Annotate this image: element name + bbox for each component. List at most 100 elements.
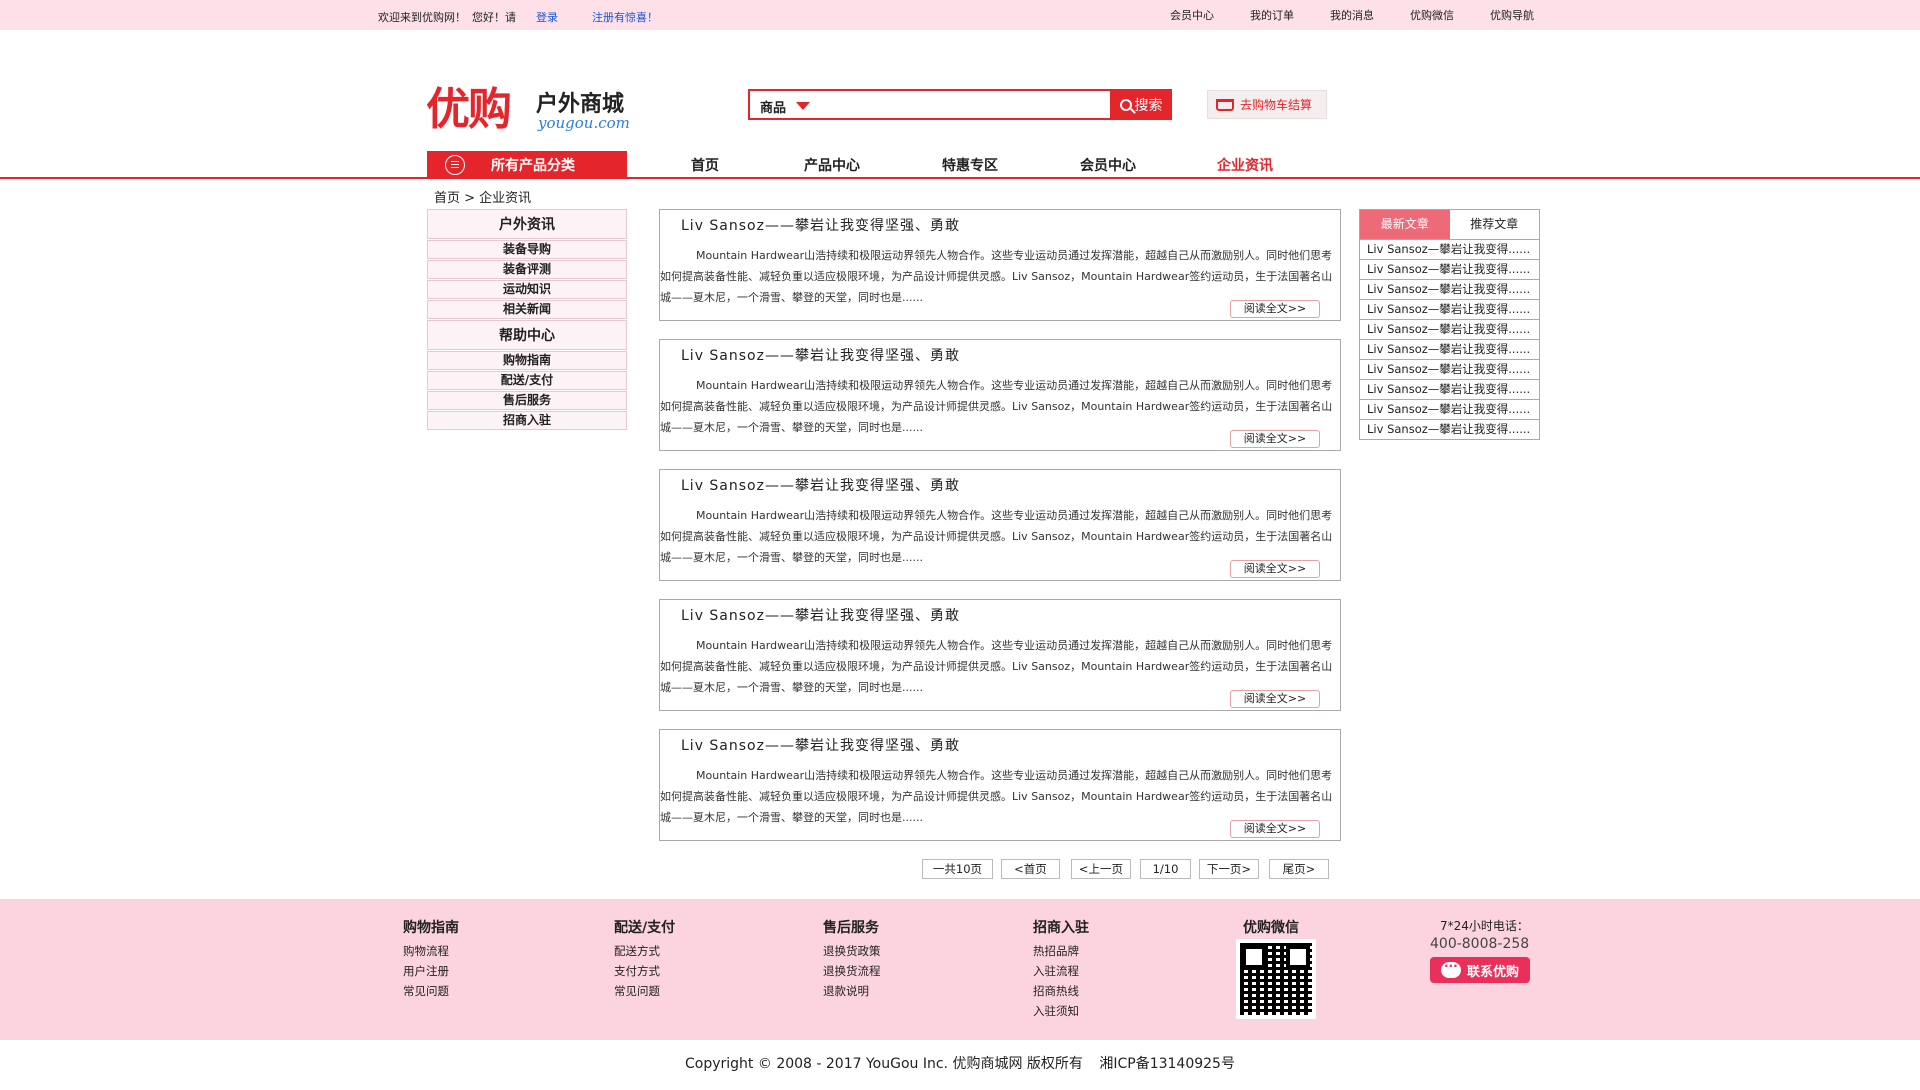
menu-icon [445,154,465,175]
list-item[interactable]: Liv Sansoz—攀岩让我变得...... [1360,279,1539,299]
sidebar-item-merchants[interactable]: 招商入驻 [427,411,627,430]
footer-link[interactable]: 购物流程 [403,941,459,961]
footer-link[interactable]: 用户注册 [403,961,459,981]
list-item[interactable]: Liv Sansoz—攀岩让我变得...... [1360,299,1539,319]
wechat-link[interactable]: 优购微信 [1410,7,1454,23]
footer-link[interactable]: 退款说明 [823,981,881,1001]
page-total: 一共10页 [922,859,993,879]
read-more-button[interactable]: 阅读全文>> [1230,300,1320,318]
nav-item-deals[interactable]: 特惠专区 [942,155,998,175]
logo-mark: 优购 [426,84,512,135]
cart-checkout-button[interactable]: 去购物车结算 [1207,90,1327,119]
login-link[interactable]: 登录 [536,9,558,25]
list-item[interactable]: Liv Sansoz—攀岩让我变得...... [1360,239,1539,259]
footer-link[interactable]: 热招品牌 [1033,941,1089,961]
article-title[interactable]: Liv Sansoz——攀岩让我变得坚强、勇敢 [681,215,960,235]
footer-link[interactable]: 配送方式 [614,941,675,961]
top-bar-welcome: 欢迎来到优购网！ 您好！请 登录 注册有惊喜！ [378,9,658,25]
footer-link[interactable]: 常见问题 [614,981,675,1001]
nav-item-products[interactable]: 产品中心 [804,155,860,175]
copyright: Copyright © 2008 - 2017 YouGou Inc. 优购商城… [0,1053,1920,1073]
article-list-panel: 最新文章 推荐文章 Liv Sansoz—攀岩让我变得...... Liv Sa… [1359,209,1540,440]
hello-text: 您好！请 [472,11,516,24]
nav-divider [0,177,1920,179]
my-orders-link[interactable]: 我的订单 [1250,7,1294,23]
article-title[interactable]: Liv Sansoz——攀岩让我变得坚强、勇敢 [681,605,960,625]
site-nav-link[interactable]: 优购导航 [1490,7,1534,23]
page-prev-button[interactable]: <上一页 [1071,859,1131,879]
list-item[interactable]: Liv Sansoz—攀岩让我变得...... [1360,359,1539,379]
list-item[interactable]: Liv Sansoz—攀岩让我变得...... [1360,339,1539,359]
page-first-button[interactable]: <首页 [1001,859,1060,879]
sidebar-item-after-sales[interactable]: 售后服务 [427,391,627,410]
search-button[interactable]: 搜索 [1110,89,1172,120]
footer-heading: 优购微信 [1243,920,1299,936]
nav-item-home[interactable]: 首页 [691,155,719,175]
contact-us-button[interactable]: 联系优购 [1430,957,1530,983]
search-button-label: 搜索 [1134,97,1163,114]
sidebar-item-sport-knowledge[interactable]: 运动知识 [427,280,627,299]
article-summary: Mountain Hardwear山浩持续和极限运动界领先人物合作。这些专业运动… [660,509,1333,564]
read-more-button[interactable]: 阅读全文>> [1230,560,1320,578]
footer-heading: 配送/支付 [614,920,676,936]
sidebar-item-shopping-guide[interactable]: 购物指南 [427,351,627,370]
footer-link[interactable]: 支付方式 [614,961,675,981]
list-item[interactable]: Liv Sansoz—攀岩让我变得...... [1360,399,1539,419]
article-summary: Mountain Hardwear山浩持续和极限运动界领先人物合作。这些专业运动… [660,769,1333,824]
list-item[interactable]: Liv Sansoz—攀岩让我变得...... [1360,319,1539,339]
tab-recommended[interactable]: 推荐文章 [1450,210,1540,239]
breadcrumb: 首页 > 企业资讯 [434,191,532,206]
list-item[interactable]: Liv Sansoz—攀岩让我变得...... [1360,419,1539,439]
article-summary: Mountain Hardwear山浩持续和极限运动界领先人物合作。这些专业运动… [660,639,1333,694]
my-messages-link[interactable]: 我的消息 [1330,7,1374,23]
nav-item-member[interactable]: 会员中心 [1080,155,1136,175]
footer-link[interactable]: 招商热线 [1033,981,1089,1001]
article-card: Liv Sansoz——攀岩让我变得坚强、勇敢 Mountain Hardwea… [659,339,1341,451]
article-card: Liv Sansoz——攀岩让我变得坚强、勇敢 Mountain Hardwea… [659,599,1341,711]
site-logo[interactable]: 优购 户外商城 yougou.com [426,84,636,136]
copyright-text: Copyright © 2008 - 2017 YouGou Inc. 优购商城… [685,1056,1083,1072]
phone-number: 400-8008-258 [1430,936,1530,952]
list-item[interactable]: Liv Sansoz—攀岩让我变得...... [1360,259,1539,279]
caret-down-icon[interactable] [796,102,810,110]
list-item[interactable]: Liv Sansoz—攀岩让我变得...... [1360,379,1539,399]
sidebar-item-gear-review[interactable]: 装备评测 [427,260,627,279]
icp-number[interactable]: 湘ICP备13140925号 [1099,1056,1235,1072]
page-next-button[interactable]: 下一页> [1199,859,1259,879]
register-link[interactable]: 注册有惊喜！ [592,9,658,25]
article-summary: Mountain Hardwear山浩持续和极限运动界领先人物合作。这些专业运动… [660,379,1333,434]
article-title[interactable]: Liv Sansoz——攀岩让我变得坚强、勇敢 [681,735,960,755]
footer-col-merchants: 招商入驻 热招品牌 入驻流程 招商热线 入驻须知 [1033,917,1089,1021]
footer-link[interactable]: 入驻流程 [1033,961,1089,981]
article-title[interactable]: Liv Sansoz——攀岩让我变得坚强、勇敢 [681,475,960,495]
footer-heading: 售后服务 [823,920,879,936]
sidebar-heading-outdoor[interactable]: 户外资讯 [427,209,627,239]
tab-latest[interactable]: 最新文章 [1360,210,1450,239]
footer-link[interactable]: 常见问题 [403,981,459,1001]
footer-link[interactable]: 退换货流程 [823,961,881,981]
page-current: 1/10 [1140,859,1191,879]
read-more-button[interactable]: 阅读全文>> [1230,430,1320,448]
all-categories-button[interactable]: 所有产品分类 [427,151,627,178]
sidebar-item-gear-guide[interactable]: 装备导购 [427,240,627,259]
footer-heading: 购物指南 [403,920,459,936]
footer-col-shopping: 购物指南 购物流程 用户注册 常见问题 [403,917,459,1001]
footer-link[interactable]: 入驻须知 [1033,1001,1089,1021]
page-last-button[interactable]: 尾页> [1269,859,1329,879]
top-bar-links: 会员中心 我的订单 我的消息 优购微信 优购导航 [1170,7,1570,23]
search-input[interactable]: 商品 [748,89,1112,120]
nav-item-news[interactable]: 企业资讯 [1217,155,1273,175]
read-more-button[interactable]: 阅读全文>> [1230,690,1320,708]
footer-link[interactable]: 退换货政策 [823,941,881,961]
sidebar-item-delivery-payment[interactable]: 配送/支付 [427,371,627,390]
footer-col-wechat: 优购微信 [1243,917,1299,941]
all-categories-label: 所有产品分类 [491,157,575,174]
logo-en-text: yougou.com [538,114,630,132]
sidebar-heading-help[interactable]: 帮助中心 [427,320,627,350]
article-title[interactable]: Liv Sansoz——攀岩让我变得坚强、勇敢 [681,345,960,365]
sidebar-item-related-news[interactable]: 相关新闻 [427,300,627,319]
member-center-link[interactable]: 会员中心 [1170,7,1214,23]
read-more-button[interactable]: 阅读全文>> [1230,820,1320,838]
phone-label: 7*24小时电话： [1440,919,1529,933]
search-category[interactable]: 商品 [760,97,786,116]
